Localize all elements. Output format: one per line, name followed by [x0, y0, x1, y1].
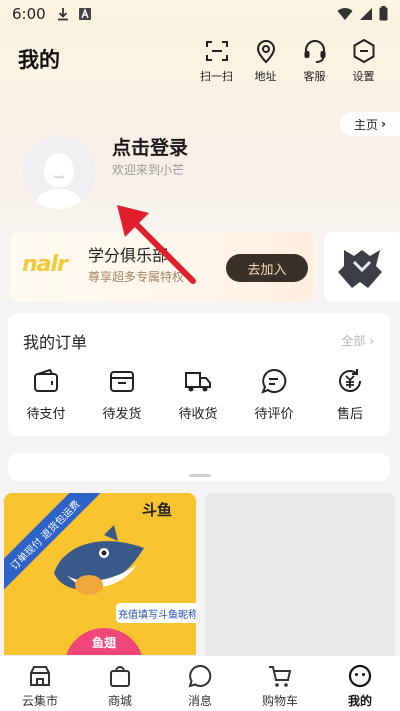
scan-button[interactable]: 扫一扫 [192, 38, 241, 84]
order-status-row: 待支付 待发货 待收货 待评价 售后 [8, 366, 390, 422]
shop-bag-icon [110, 666, 130, 687]
order-label: 待收货 [178, 407, 218, 422]
tab-label: 我的 [347, 694, 372, 708]
bottom-tab-bar: 云集市 商城 消息 购物车 我的 [0, 655, 400, 711]
club-subtitle: 尊享超多专属特权 [88, 270, 185, 284]
side-promo-card[interactable] [324, 232, 400, 302]
tab-label: 消息 [187, 694, 212, 708]
orders-all-label: 全部 [341, 334, 366, 348]
wifi-icon [337, 7, 353, 25]
club-title: 学分俱乐部 [88, 246, 169, 265]
orders-title: 我的订单 [23, 333, 88, 352]
comment-icon [261, 368, 287, 394]
page-title: 我的 [18, 48, 60, 72]
default-avatar-icon [22, 135, 96, 209]
game-badge-icon [338, 250, 382, 288]
order-label: 待支付 [26, 407, 66, 422]
avatar[interactable] [22, 135, 96, 209]
order-pending-receipt[interactable]: 待收货 [160, 366, 236, 422]
customer-service-button[interactable]: 客服 [290, 38, 339, 84]
order-after-sales[interactable]: 售后 [312, 366, 388, 422]
refund-icon [339, 369, 361, 392]
status-time: 6:00 [12, 5, 46, 23]
shark-mascot-icon [54, 525, 144, 595]
order-label: 待发货 [102, 407, 142, 422]
profile-face-icon [348, 664, 372, 688]
tab-market[interactable]: 云集市 [0, 656, 80, 711]
address-button[interactable]: 地址 [241, 38, 290, 84]
header-actions: 扫一扫 地址 客服 设置 [192, 38, 388, 84]
battery-icon [379, 6, 388, 25]
signal-icon [359, 7, 373, 25]
settings-icon [353, 38, 374, 64]
tab-cart[interactable]: 购物车 [240, 656, 320, 711]
tab-label: 云集市 [21, 694, 58, 708]
location-icon [256, 40, 275, 64]
order-label: 售后 [336, 407, 363, 422]
club-card[interactable]: nalr 学分俱乐部 尊享超多专属特权 去加入 [10, 232, 314, 302]
order-label: 待评价 [254, 407, 294, 422]
status-bar: 6:00 [0, 0, 400, 28]
order-pending-payment[interactable]: 待支付 [8, 366, 84, 422]
address-label: 地址 [254, 70, 277, 83]
join-button[interactable]: 去加入 [226, 254, 308, 282]
download-icon [56, 7, 70, 21]
homepage-link-label: 主页 [354, 117, 379, 132]
market-icon [30, 666, 50, 686]
feed-tag: 充值填写斗鱼昵称 [116, 603, 196, 623]
scan-label: 扫一扫 [200, 70, 233, 83]
cart-icon [269, 666, 292, 687]
customer-service-label: 客服 [303, 70, 326, 83]
truck-icon [185, 372, 211, 392]
orders-card: 我的订单 全部 › 待支付 待发货 待收货 待评价 售后 [8, 313, 390, 436]
package-icon [110, 371, 134, 392]
notification-a-icon [78, 7, 92, 21]
tab-profile[interactable]: 我的 [320, 656, 400, 711]
headset-icon [304, 40, 325, 63]
tab-label: 购物车 [261, 694, 298, 708]
feed-brand: 斗鱼 [142, 501, 173, 519]
tab-shop[interactable]: 商城 [80, 656, 160, 711]
settings-label: 设置 [352, 70, 375, 83]
club-logo: nalr [22, 252, 68, 277]
chevron-right-icon: › [369, 334, 374, 348]
scan-icon [205, 41, 228, 61]
scroll-indicator [189, 474, 211, 477]
chevron-right-icon: › [381, 117, 386, 131]
login-title[interactable]: 点击登录 [112, 133, 188, 160]
settings-button[interactable]: 设置 [339, 38, 388, 84]
feed-product-card-placeholder[interactable] [205, 493, 395, 663]
homepage-link[interactable]: 主页 › [340, 112, 400, 136]
orders-all-link[interactable]: 全部 › [341, 332, 374, 349]
wallet-icon [34, 368, 58, 392]
order-pending-shipment[interactable]: 待发货 [84, 366, 160, 422]
tab-label: 商城 [107, 694, 132, 708]
tab-messages[interactable]: 消息 [160, 656, 240, 711]
feed-product-card[interactable]: 订单现付 退货包运费 斗鱼 充值填写斗鱼昵称 鱼翅 [4, 493, 196, 663]
order-pending-review[interactable]: 待评价 [236, 366, 312, 422]
welcome-text: 欢迎来到小芒 [112, 163, 185, 177]
message-icon [188, 664, 212, 688]
